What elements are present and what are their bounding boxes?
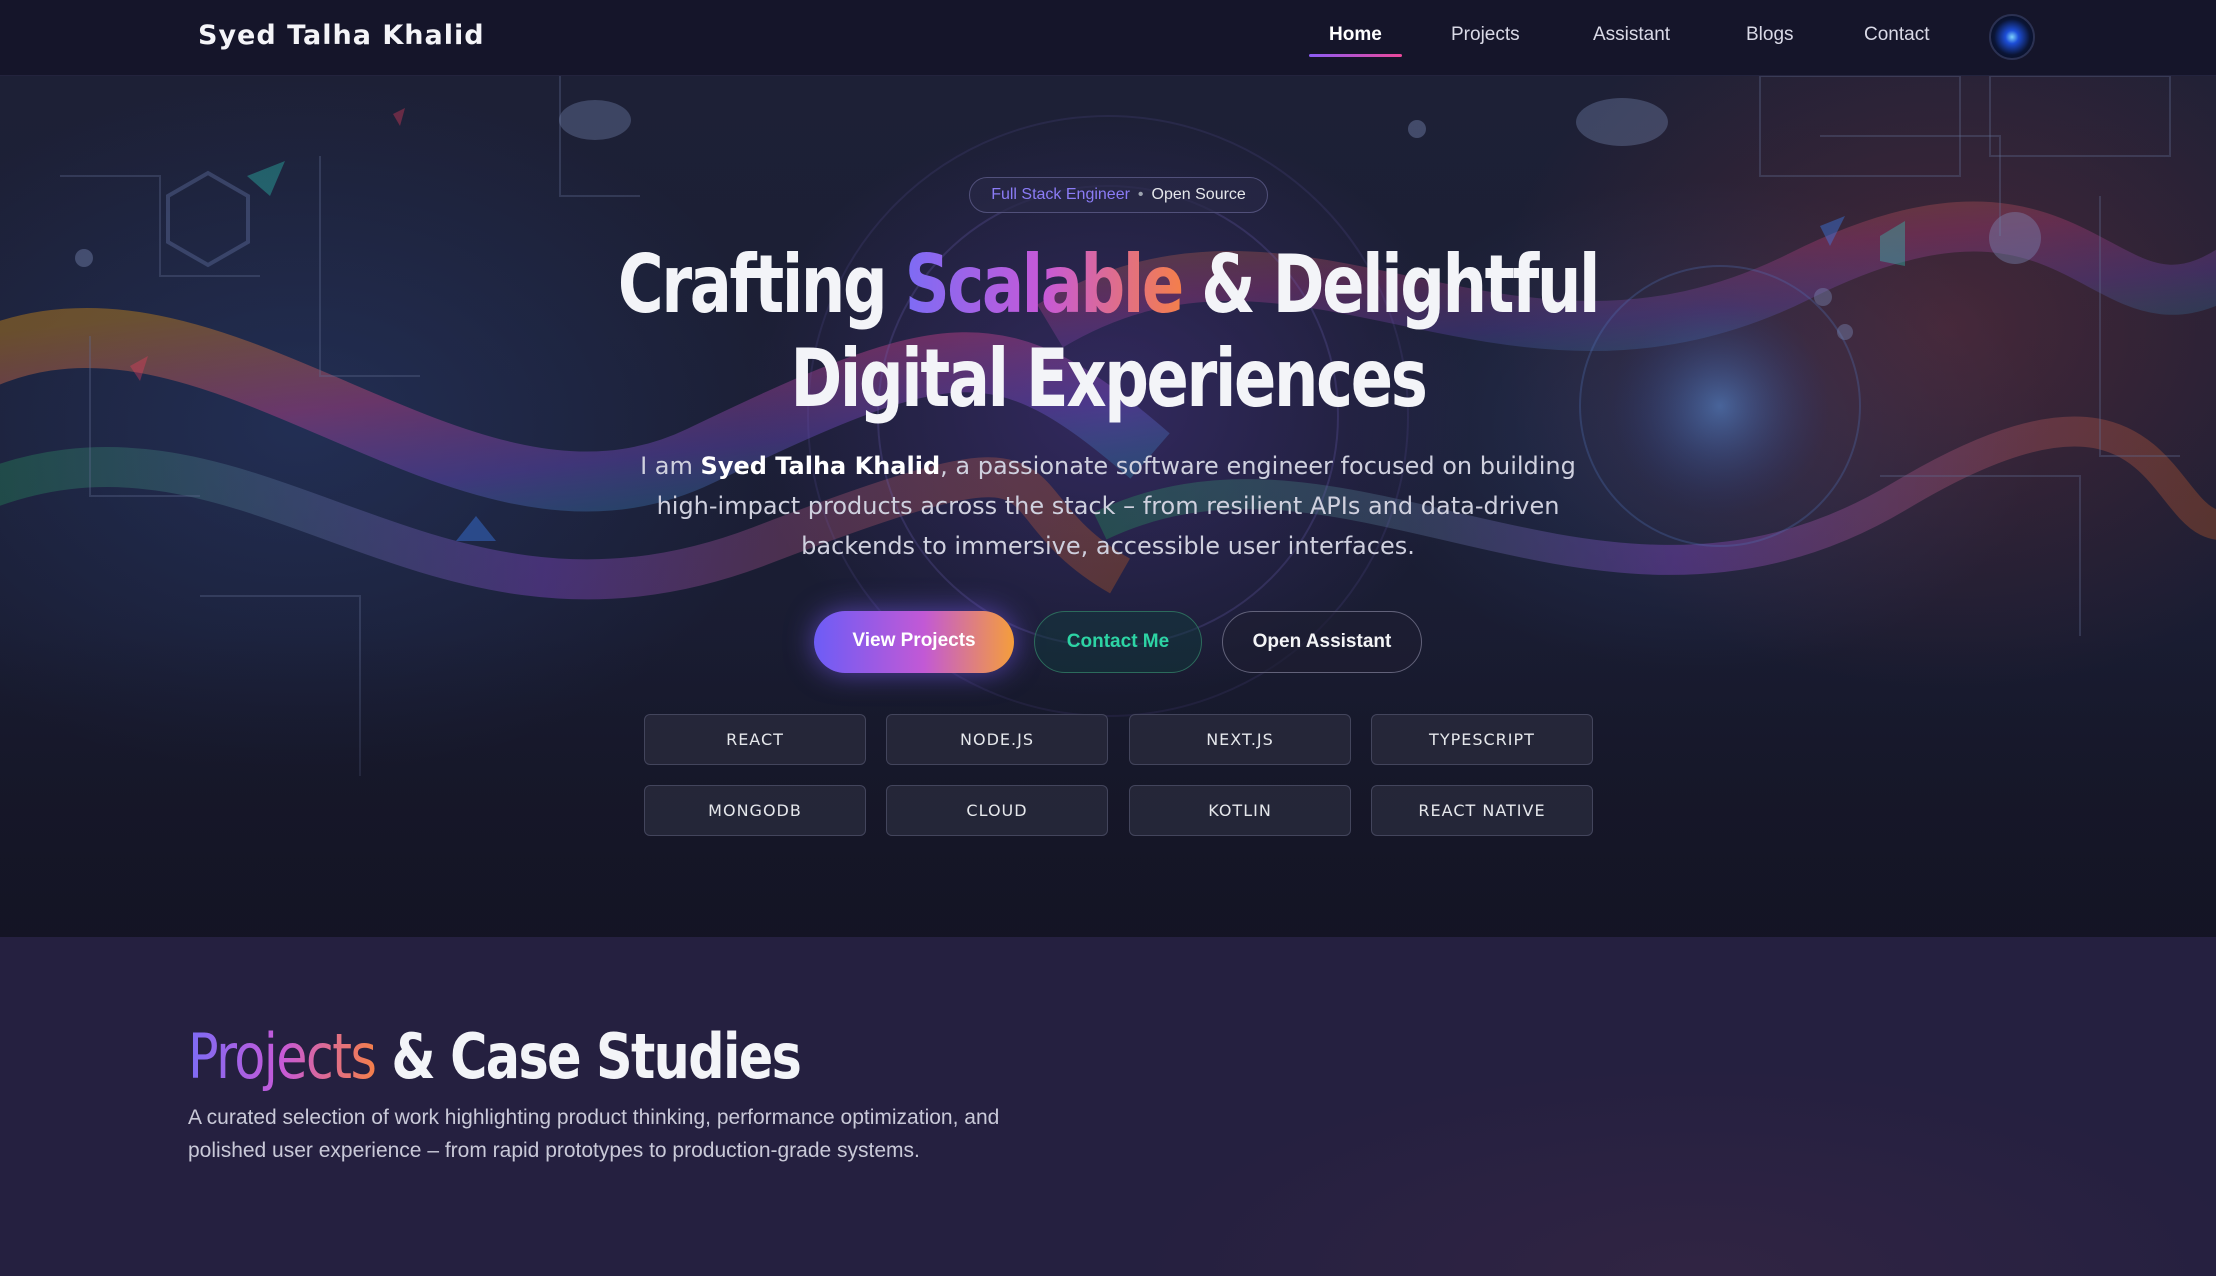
hero-bottom-fade (0, 636, 2216, 937)
nav-link-blogs[interactable]: Blogs (1746, 24, 1794, 46)
contact-me-button[interactable]: Contact Me (1034, 611, 1202, 673)
headline-part1: Crafting (617, 238, 888, 331)
headline-part2: & Delightful (1201, 238, 1600, 331)
skill-chip-react: REACT (644, 714, 866, 765)
hero-section: Full Stack Engineer • Open Source Crafting… (0, 76, 2216, 937)
hero-headline: Crafting Scalable & Delightful Digital E… (244, 238, 1972, 426)
open-assistant-button[interactable]: Open Assistant (1222, 611, 1422, 673)
skill-chip-react-native: REACT NATIVE (1371, 785, 1593, 836)
projects-heading: Projects & Case Studies (188, 1020, 802, 1093)
skill-chip-nodejs: NODE.JS (886, 714, 1108, 765)
nav-link-projects[interactable]: Projects (1451, 24, 1520, 46)
nav-link-home[interactable]: Home (1329, 24, 1382, 46)
view-projects-button[interactable]: View Projects (814, 611, 1014, 673)
role-badge: Full Stack Engineer • Open Source (969, 177, 1268, 213)
hero-intro-paragraph: I am Syed Talha Khalid, a passionate sof… (640, 446, 1576, 566)
skill-chip-mongodb: MONGODB (644, 785, 866, 836)
badge-open-source-text: Open Source (1151, 186, 1246, 203)
projects-description: A curated selection of work highlighting… (188, 1106, 1000, 1162)
projects-heading-rest: & Case Studies (391, 1020, 801, 1093)
headline-line2: Digital Experiences (790, 332, 1427, 425)
badge-separator: • (1137, 186, 1144, 203)
active-nav-indicator (1309, 54, 1402, 57)
projects-heading-highlight: Projects (188, 1020, 377, 1093)
skill-chip-cloud: CLOUD (886, 785, 1108, 836)
globe-avatar-icon[interactable] (1989, 14, 2035, 60)
skill-chip-kotlin: KOTLIN (1129, 785, 1351, 836)
headline-highlight: Scalable (904, 238, 1185, 331)
skill-chip-typescript: TYPESCRIPT (1371, 714, 1593, 765)
nav-link-assistant[interactable]: Assistant (1593, 24, 1670, 46)
intro-prefix: I am (640, 452, 693, 480)
projects-section: Projects & Case Studies A curated select… (0, 937, 2216, 1276)
skill-chip-nextjs: NEXT.JS (1129, 714, 1351, 765)
nav-links: Home Projects Assistant Blogs Contact (0, 24, 2216, 54)
badge-role-text: Full Stack Engineer (991, 186, 1130, 203)
nav-link-contact[interactable]: Contact (1864, 24, 1929, 46)
top-navbar: Syed Talha Khalid Home Projects Assistan… (0, 0, 2216, 76)
intro-name: Syed Talha Khalid (700, 452, 941, 480)
